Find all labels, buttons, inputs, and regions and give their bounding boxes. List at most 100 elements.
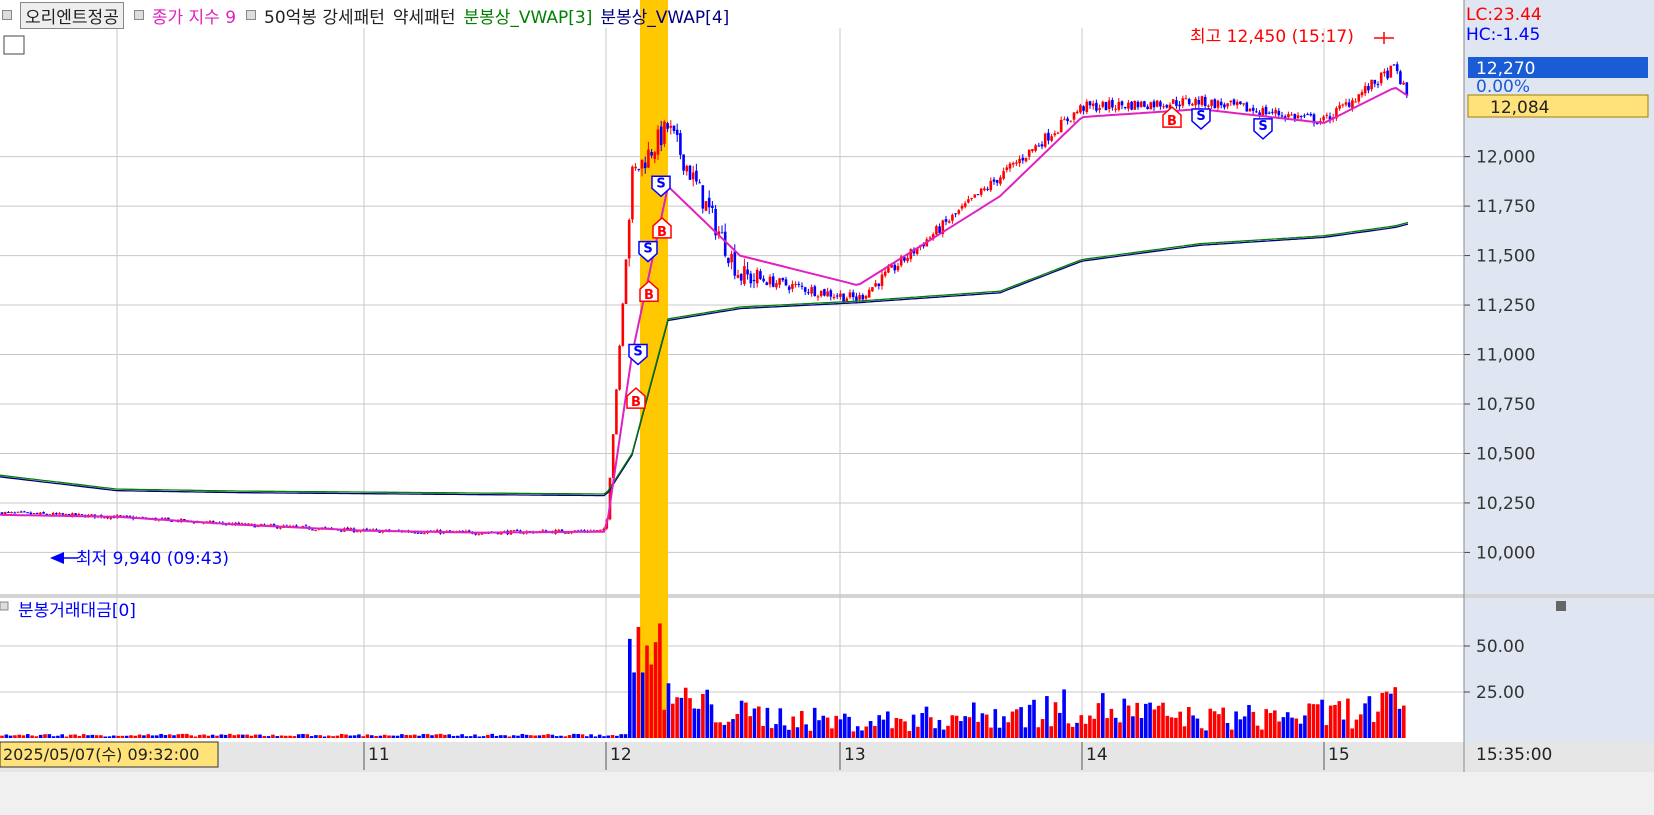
volume-bar [1122, 698, 1127, 738]
volume-bar [800, 710, 804, 738]
candle-body [1021, 157, 1025, 161]
volume-bar [1367, 696, 1372, 738]
volume-bar [430, 735, 434, 738]
volume-bar [537, 735, 542, 738]
candle-body [855, 296, 858, 301]
volume-bar [1066, 723, 1071, 738]
volume-bar [1058, 712, 1062, 738]
candle-body [423, 533, 426, 535]
candle-body [1229, 100, 1233, 103]
volume-bar [1010, 711, 1015, 738]
candle-body [669, 125, 673, 128]
candle-body [1299, 115, 1303, 117]
volume-bar [821, 715, 826, 738]
menu-square-icon[interactable] [2, 10, 12, 20]
stock-name-box[interactable]: 오리엔트정공 [20, 1, 124, 29]
volume-bar [198, 734, 202, 738]
candle-body [416, 532, 420, 534]
volume-bar [735, 713, 740, 738]
volume-bar [1096, 703, 1101, 738]
volume-bar [589, 734, 593, 738]
volume-bar [249, 735, 254, 738]
candle-body [906, 257, 909, 262]
volume-bar [176, 734, 181, 738]
volume-bar [1006, 722, 1010, 738]
candle-body [1357, 94, 1361, 102]
end-time-label: 15:35:00 [1476, 745, 1552, 765]
pattern-weak-label[interactable]: 약세패턴 [393, 3, 456, 28]
volume-bar [533, 735, 537, 738]
candle-body [688, 165, 692, 180]
candle-body [1088, 101, 1092, 106]
candle-body [643, 162, 647, 169]
candle-body [512, 530, 516, 532]
candle-body [64, 513, 68, 515]
vwap4-label[interactable]: 분봉상_VWAP[4] [600, 3, 729, 28]
close-index-label[interactable]: 종가 지수 9 [152, 3, 236, 28]
volume-bar [120, 735, 125, 738]
volume-bar [1023, 727, 1028, 738]
start-time-label: 2025/05/07(수) 09:32:00 [3, 745, 199, 764]
candle-body [1386, 70, 1389, 79]
canvas-bg [0, 0, 1654, 815]
candle-body [365, 528, 369, 530]
volume-bar [499, 735, 503, 738]
volume-bar [13, 735, 17, 738]
volume-bar [997, 727, 1002, 738]
volume-bar [279, 735, 284, 738]
candle-body [695, 170, 698, 182]
candle-body [1232, 99, 1236, 105]
candle-body [1338, 105, 1341, 109]
volume-bar [851, 731, 856, 738]
candle-body [624, 259, 628, 304]
vwap3-label[interactable]: 분봉상_VWAP[3] [463, 3, 592, 28]
menu-square-icon[interactable] [246, 10, 257, 20]
menu-square-icon[interactable] [133, 10, 144, 20]
candle-body [1011, 162, 1015, 165]
pattern-strong-label[interactable]: 50억봉 강세패턴 [264, 3, 385, 28]
candle-body [755, 269, 759, 284]
candle-body [1152, 101, 1156, 108]
candle-body [1043, 133, 1047, 147]
svg-text:S: S [1196, 109, 1205, 124]
candle-body [848, 292, 852, 298]
volume-bar [1169, 717, 1174, 738]
volume-bar [1363, 703, 1367, 738]
volume-bar [8, 735, 13, 738]
volume-bar [671, 703, 675, 738]
volume-bar [103, 736, 107, 738]
candle-body [730, 253, 733, 263]
candle-body [1037, 145, 1041, 147]
time-tick-label: 14 [1086, 745, 1108, 765]
candle-body [1370, 79, 1373, 90]
candle-body [666, 123, 669, 129]
volume-bar [1092, 718, 1096, 738]
volume-bar [1182, 726, 1187, 738]
volume-bar [1281, 717, 1286, 738]
volume-bar [847, 716, 851, 738]
price-volume-chart[interactable]: BSBSBSB SS최고 12,450 (15:17)최저 9,940 (09:4… [0, 0, 1654, 815]
volume-bar [1221, 707, 1225, 738]
volume-bar [1165, 715, 1170, 738]
candle-body [1050, 136, 1053, 141]
volume-bar [137, 734, 142, 738]
volume-bar [1397, 708, 1402, 738]
volume-bar [344, 734, 348, 738]
current-price-label: 12,270 [1476, 59, 1535, 79]
volume-bar [1273, 710, 1277, 738]
candle-body [739, 273, 743, 281]
candle-body [883, 271, 887, 276]
candle-body [733, 251, 737, 276]
candle-body [1047, 132, 1050, 141]
volume-bar [133, 735, 138, 738]
candle-body [1066, 118, 1069, 122]
volume-bar [744, 702, 748, 738]
volume-bar [791, 716, 795, 738]
volume-bar [920, 713, 924, 738]
candle-body [631, 166, 634, 220]
candle-body [1213, 99, 1217, 109]
volume-bar [860, 730, 864, 738]
volume-bar [520, 733, 525, 738]
candle-body [1159, 101, 1162, 107]
volume-bar [434, 734, 439, 738]
